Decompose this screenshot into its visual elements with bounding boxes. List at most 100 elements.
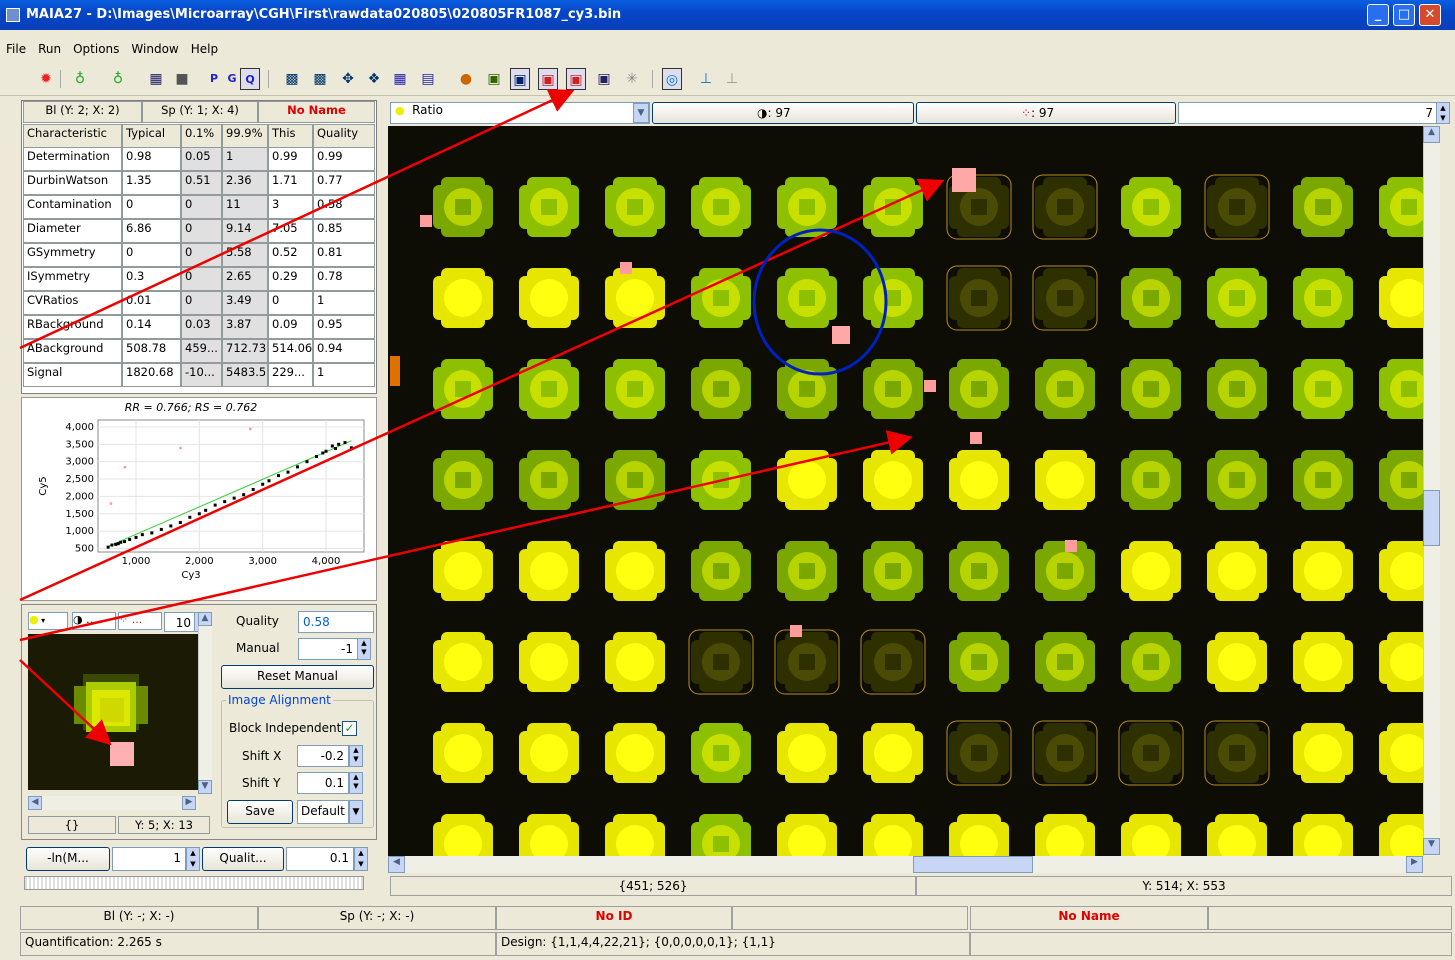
spot-core [444,734,482,772]
manual-spinner[interactable]: ▲ ▼ [357,638,371,660]
quality-filter-input[interactable]: 0.1 [286,847,354,871]
minimize-button[interactable]: _ [1367,4,1389,26]
view-icon-3[interactable]: ▣ [566,68,586,90]
spot-center [1401,381,1417,397]
channel-dropdown-label: Ratio [412,103,443,117]
spot-count-button[interactable]: ⁘: 97 [916,102,1176,124]
view-icon-1[interactable]: ▣ [510,68,530,90]
image-hscroll[interactable] [388,856,1423,873]
outlier-point [249,427,252,431]
q-icon[interactable]: Q [240,68,260,90]
anchor-icon-2[interactable]: ⊥ [722,68,742,90]
status-extra [970,932,1452,956]
reset-manual-button[interactable]: Reset Manual [221,665,374,689]
burst-icon[interactable]: ✹ [36,68,56,90]
image-scroll-left[interactable]: ◀ [388,856,405,873]
data-point [232,496,236,500]
p-icon[interactable]: P [204,68,224,90]
image-hscroll-thumb[interactable] [913,856,1033,873]
view-icon-4[interactable]: ▣ [594,68,614,90]
anchor-icon[interactable]: ⊥ [696,68,716,90]
spot-scroll-left[interactable]: ◀ [28,796,42,810]
menu-run[interactable]: Run [32,40,67,58]
y-axis-label: Cy5 [38,476,49,495]
pattern-icon-3[interactable]: ✥ [338,68,358,90]
shift-x-input[interactable]: -0.2 [297,745,349,767]
filter-mode-spinner[interactable]: ▲ ▼ [186,847,200,871]
table-cell: 0.05 [181,147,222,171]
spot-scroll-up[interactable]: ▲ [198,612,212,626]
contrast-count: : 97 [767,106,791,120]
alignment-mode-dropdown[interactable]: ▼ [349,800,363,824]
menu-window[interactable]: Window [125,40,184,58]
g-icon[interactable]: G [222,68,242,90]
spot-scroll-right[interactable]: ▶ [182,796,196,810]
grid-image-icon[interactable]: ▦ [146,68,166,90]
block-independent-checkbox[interactable]: ✓ [342,721,357,736]
alignment-mode-select[interactable]: Default [297,800,349,824]
view-zoom-spinner[interactable]: ▲ ▼ [1436,102,1450,124]
filter-mode-input[interactable]: 1 [112,847,186,871]
manual-input[interactable]: -1 [298,638,358,660]
table-cell: 0.81 [313,243,375,267]
spot-center [713,836,729,852]
quality-filter-spinner[interactable]: ▲ ▼ [354,847,368,871]
filter-mode-button[interactable]: -ln(M... [26,847,110,871]
shift-y-input[interactable]: 0.1 [297,772,349,794]
channel-dropdown[interactable]: ● Ratio ▼ [390,102,650,124]
spot-scroll-down[interactable]: ▼ [198,780,212,794]
shift-y-spinner[interactable]: ▲ ▼ [349,772,363,794]
microarray-image[interactable] [388,126,1423,856]
color-circle-icon[interactable]: ● [456,68,476,90]
spot-center [1315,472,1331,488]
ratio-icon[interactable]: ▣ [484,68,504,90]
block-independent-label: Block Independent [229,721,342,735]
contrast-count-button[interactable]: ◑: 97 [652,102,914,124]
table-cell: 1 [222,147,268,171]
pattern-icon-4[interactable]: ❖ [364,68,384,90]
table-cell: 459... [181,339,222,363]
image-scroll-right[interactable]: ▶ [1406,856,1423,873]
spark-icon[interactable]: ✳ [622,68,642,90]
menu-options[interactable]: Options [67,40,125,58]
spot-center [1401,199,1417,215]
spot-center [885,290,901,306]
maximize-button[interactable]: □ [1393,4,1415,26]
load-icon[interactable]: ♁ [70,68,90,90]
menu-help[interactable]: Help [185,40,224,58]
spot-core [874,734,912,772]
image-scroll-down[interactable]: ▼ [1423,838,1440,855]
table-cell: 0 [181,219,222,243]
target-select[interactable]: ⁘ ... [118,612,162,630]
grid-icon[interactable]: ▦ [390,68,410,90]
channel-select[interactable]: ● ▾ [28,612,68,630]
data-point [349,446,353,450]
spot-center [713,290,729,306]
spot-vscroll[interactable] [198,612,212,794]
shift-x-spinner[interactable]: ▲ ▼ [349,745,363,767]
quality-filter-button[interactable]: Qualit... [202,847,284,871]
target-icon[interactable]: ◎ [662,68,682,90]
close-button[interactable]: ✕ [1419,4,1441,26]
table-cell: 2.65 [222,267,268,291]
pattern-icon-1[interactable]: ▩ [282,68,302,90]
menu-file[interactable]: File [0,40,32,58]
view-zoom-input[interactable]: 7 [1178,102,1438,124]
save-alignment-button[interactable]: Save [227,800,293,824]
spot-core [1046,461,1084,499]
image-scroll-up[interactable]: ▲ [1423,126,1440,143]
contrast-select[interactable]: ◑ ... [72,612,116,630]
image-vscroll-thumb[interactable] [1423,490,1440,546]
stop-icon[interactable]: ■ [172,68,192,90]
outlier-point [109,502,113,505]
data-point [337,442,341,446]
spot-zoom-input[interactable]: 10 [164,612,196,632]
grid-icon-2[interactable]: ▤ [418,68,438,90]
table-cell: 0 [181,195,222,219]
spot-hscroll[interactable] [28,796,198,810]
view-icon-2[interactable]: ▣ [538,68,558,90]
pattern-icon-2[interactable]: ▩ [310,68,330,90]
data-point [286,470,290,474]
save-icon[interactable]: ♁ [108,68,128,90]
spot-core [616,734,654,772]
